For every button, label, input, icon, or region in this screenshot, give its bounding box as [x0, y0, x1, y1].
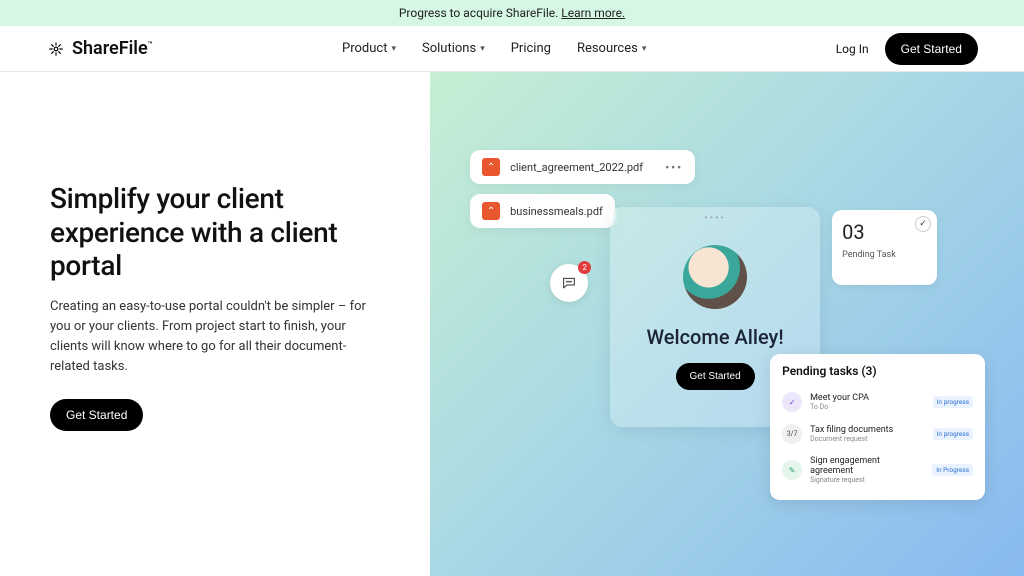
hero-cta-button[interactable]: Get Started: [50, 399, 143, 431]
announcement-bar: Progress to acquire ShareFile. Learn mor…: [0, 0, 1024, 26]
announcement-text: Progress to acquire ShareFile.: [399, 6, 561, 20]
task-icon: ✓: [782, 392, 802, 412]
pdf-icon: ⌃: [482, 202, 500, 220]
status-badge: In progress: [933, 396, 973, 408]
tasks-title: Pending tasks (3): [770, 364, 985, 386]
checkmark-icon: ✓: [915, 216, 931, 232]
task-row: ✓ Meet your CPATo Do In progress: [770, 386, 985, 418]
notification-badge: 2: [578, 261, 591, 274]
nav-resources[interactable]: Resources▾: [577, 41, 646, 56]
chevron-down-icon: ▾: [642, 44, 647, 54]
get-started-button[interactable]: Get Started: [885, 33, 978, 65]
login-link[interactable]: Log In: [836, 42, 869, 56]
avatar: [683, 245, 747, 309]
top-nav: ShareFile™ Product▾ Solutions▾ Pricing R…: [0, 26, 1024, 72]
sharefile-logo-icon: [46, 39, 66, 59]
status-badge: In progress: [933, 428, 973, 440]
chevron-down-icon: ▾: [391, 44, 396, 54]
nav-links: Product▾ Solutions▾ Pricing Resources▾: [342, 41, 646, 56]
pdf-icon: ⌃: [482, 158, 500, 176]
file-name: client_agreement_2022.pdf: [510, 161, 643, 174]
welcome-title: Welcome Alley!: [647, 325, 784, 349]
hero-section: Simplify your client experience with a c…: [0, 72, 1024, 576]
file-card: ⌃ client_agreement_2022.pdf •••: [470, 150, 695, 184]
logo[interactable]: ShareFile™: [46, 38, 153, 59]
nav-actions: Log In Get Started: [836, 33, 978, 65]
chat-icon: 2: [550, 264, 588, 302]
nav-solutions[interactable]: Solutions▾: [422, 41, 485, 56]
hero-illustration: ⌃ client_agreement_2022.pdf ••• ⌃ busine…: [430, 72, 1024, 576]
drag-handle-icon: ••••: [704, 213, 726, 224]
announcement-link[interactable]: Learn more.: [561, 6, 625, 20]
task-icon: ✎: [782, 460, 802, 480]
nav-product[interactable]: Product▾: [342, 41, 396, 56]
file-card: ⌃ businessmeals.pdf: [470, 194, 615, 228]
welcome-cta-button: Get Started: [676, 363, 755, 390]
pending-tasks-list: Pending tasks (3) ✓ Meet your CPATo Do I…: [770, 354, 985, 500]
pending-task-card: ✓ 03 Pending Task: [832, 210, 937, 285]
chevron-down-icon: ▾: [480, 44, 485, 54]
task-icon: 3/7: [782, 424, 802, 444]
more-icon: •••: [665, 161, 683, 174]
pending-label: Pending Task: [842, 250, 927, 260]
hero-copy: Simplify your client experience with a c…: [0, 72, 430, 576]
task-row: 3/7 Tax filing documentsDocument request…: [770, 418, 985, 450]
hero-headline: Simplify your client experience with a c…: [50, 182, 402, 283]
task-row: ✎ Sign engagement agreementSignature req…: [770, 450, 985, 490]
nav-pricing[interactable]: Pricing: [511, 41, 551, 56]
hero-subtext: Creating an easy-to-use portal couldn't …: [50, 297, 380, 378]
status-badge: In Progress: [932, 464, 973, 476]
file-name: businessmeals.pdf: [510, 205, 603, 218]
